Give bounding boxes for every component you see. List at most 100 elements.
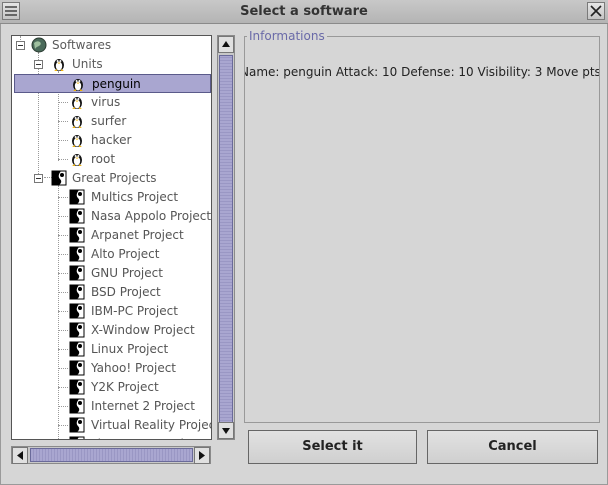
project-icon xyxy=(69,398,85,414)
tree-horizontal-scrollbar[interactable] xyxy=(11,446,211,464)
tree-guide xyxy=(58,330,68,331)
tree-label: root xyxy=(91,152,116,166)
cancel-button[interactable]: Cancel xyxy=(427,430,598,464)
tree-vertical-scrollbar[interactable] xyxy=(217,35,235,440)
scroll-down-button[interactable] xyxy=(218,422,234,439)
project-icon xyxy=(69,379,85,395)
tree-item-project[interactable]: IBM-PC Project xyxy=(12,302,211,321)
tree-item-project[interactable]: X-Window Project xyxy=(12,321,211,340)
penguin-icon xyxy=(51,56,67,72)
project-icon xyxy=(69,246,85,262)
collapse-toggle[interactable] xyxy=(34,174,43,183)
tree-item-hacker[interactable]: hacker xyxy=(12,131,211,150)
tree-label: IBM-PC Project xyxy=(91,304,178,318)
scroll-left-button[interactable] xyxy=(12,447,28,464)
globe-icon xyxy=(31,37,47,53)
penguin-icon xyxy=(70,76,86,92)
tree-guide xyxy=(58,368,68,369)
collapse-toggle[interactable] xyxy=(34,60,43,69)
project-icon xyxy=(69,189,85,205)
tree-label: Virtual Reality Project xyxy=(91,418,212,432)
tree-item-project[interactable]: GNU Project xyxy=(12,264,211,283)
project-icon xyxy=(69,417,85,433)
tree-item-project[interactable]: Linux 2000 Project xyxy=(12,435,211,439)
tree-label: GNU Project xyxy=(91,266,163,280)
collapse-toggle[interactable] xyxy=(16,41,25,50)
tree-label: Y2K Project xyxy=(91,380,159,394)
tree-label: Great Projects xyxy=(72,171,157,185)
tree-guide xyxy=(58,235,68,236)
tree-item-project[interactable]: Internet 2 Project xyxy=(12,397,211,416)
tree-item-project[interactable]: Alto Project xyxy=(12,245,211,264)
penguin-icon xyxy=(69,94,85,110)
project-icon xyxy=(51,170,67,186)
tree-node-units[interactable]: Units xyxy=(12,55,211,74)
tree-item-project[interactable]: Y2K Project xyxy=(12,378,211,397)
tree-guide xyxy=(58,197,68,198)
tree-label: virus xyxy=(91,95,121,109)
tree-label: Multics Project xyxy=(91,190,179,204)
project-icon xyxy=(69,341,85,357)
tree-guide xyxy=(58,159,68,160)
tree-guide xyxy=(58,216,68,217)
tree-item-project[interactable]: Nasa Appolo Project xyxy=(12,207,211,226)
information-panel: Name: penguin Attack: 10 Defense: 10 Vis… xyxy=(244,36,600,423)
title-bar: Select a software xyxy=(0,0,608,24)
tree-label: penguin xyxy=(92,77,141,91)
information-legend: Informations xyxy=(247,29,327,43)
tree-guide xyxy=(58,121,68,122)
tree-guide xyxy=(58,254,68,255)
scroll-thumb[interactable] xyxy=(219,55,233,430)
tree-label: X-Window Project xyxy=(91,323,195,337)
tree-label: Softwares xyxy=(52,38,112,52)
scroll-up-button[interactable] xyxy=(218,36,234,53)
tree-node-great-projects[interactable]: Great Projects xyxy=(12,169,211,188)
tree-label: BSD Project xyxy=(91,285,161,299)
tree-label: Linux Project xyxy=(91,342,169,356)
scroll-thumb[interactable] xyxy=(30,448,193,462)
tree-item-project[interactable]: BSD Project xyxy=(12,283,211,302)
tree-label: Internet 2 Project xyxy=(91,399,195,413)
tree-item-project[interactable]: Linux Project xyxy=(12,340,211,359)
tree-label: Yahoo! Project xyxy=(91,361,177,375)
tree-label: Linux 2000 Project xyxy=(91,437,203,439)
project-icon xyxy=(69,284,85,300)
tree-label: Units xyxy=(72,57,103,71)
tree-guide xyxy=(58,273,68,274)
penguin-icon xyxy=(69,151,85,167)
tree-label: Alto Project xyxy=(91,247,160,261)
tree-item-project[interactable]: Multics Project xyxy=(12,188,211,207)
penguin-icon xyxy=(69,113,85,129)
tree-label: hacker xyxy=(91,133,132,147)
close-icon[interactable] xyxy=(587,2,605,20)
tree-node-softwares[interactable]: Softwares xyxy=(12,36,211,55)
select-it-button[interactable]: Select it xyxy=(248,430,417,464)
project-icon xyxy=(69,303,85,319)
window-title: Select a software xyxy=(240,4,368,19)
tree-item-virus[interactable]: virus xyxy=(12,93,211,112)
tree-item-project[interactable]: Arpanet Project xyxy=(12,226,211,245)
tree-item-surfer[interactable]: surfer xyxy=(12,112,211,131)
tree-guide xyxy=(58,349,68,350)
project-icon xyxy=(69,208,85,224)
tree-label: Arpanet Project xyxy=(91,228,184,242)
tree-label: surfer xyxy=(91,114,127,128)
software-tree[interactable]: Softwares Units penguin virus surfer hac xyxy=(11,35,212,440)
penguin-icon xyxy=(69,132,85,148)
project-icon xyxy=(69,265,85,281)
tree-guide xyxy=(58,425,68,426)
project-icon xyxy=(69,360,85,376)
tree-guide xyxy=(58,406,68,407)
tree-item-root[interactable]: root xyxy=(12,150,211,169)
tree-item-project[interactable]: Virtual Reality Project xyxy=(12,416,211,435)
project-icon xyxy=(69,227,85,243)
tree-guide xyxy=(58,311,68,312)
tree-guide xyxy=(58,387,68,388)
project-icon xyxy=(69,436,85,439)
tree-guide xyxy=(58,102,68,103)
tree-item-project[interactable]: Yahoo! Project xyxy=(12,359,211,378)
tree-label: Nasa Appolo Project xyxy=(91,209,212,223)
tree-item-penguin[interactable]: penguin xyxy=(14,74,211,93)
project-icon xyxy=(69,322,85,338)
scroll-right-button[interactable] xyxy=(194,447,210,464)
